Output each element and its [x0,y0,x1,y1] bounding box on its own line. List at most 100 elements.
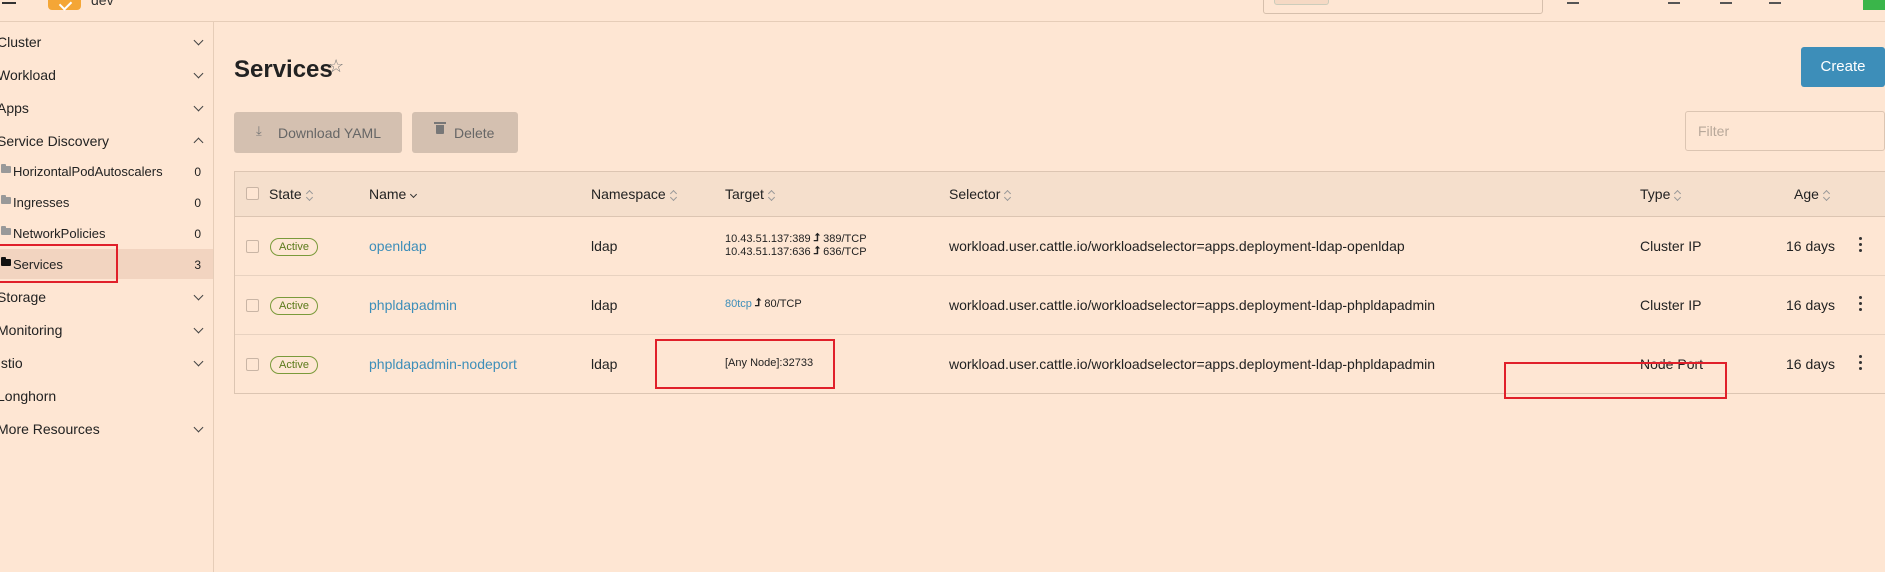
column-header-label: Selector [949,186,1001,202]
service-name-link[interactable]: phpldapadmin [369,297,457,313]
service-name-link[interactable]: phpldapadmin-nodeport [369,356,517,372]
target-line: 10.43.51.137:636 ⮥ 636/TCP [725,245,867,259]
column-header-age[interactable]: Age [1794,186,1830,202]
age-cell: 16 days [1786,356,1836,372]
delete-button[interactable]: Delete [412,112,518,153]
type-cell: Cluster IP [1640,297,1702,313]
column-header-type[interactable]: Type [1640,186,1681,202]
column-header-target[interactable]: Target [725,186,775,202]
sidebar-group-label: Storage [0,289,47,305]
download-yaml-button[interactable]: ⤓ Download YAML [234,112,402,153]
row-actions-icon[interactable] [1859,296,1863,312]
type-cell: Node Port [1640,356,1704,372]
status-badge: Active [270,297,318,315]
status-badge: Active [270,356,318,374]
target-cell: 10.43.51.137:389 ⮥ 389/TCP 10.43.51.137:63… [725,232,867,259]
create-button[interactable]: Create [1801,47,1885,87]
sidebar-item-count: 0 [194,196,201,210]
delete-label: Delete [454,125,495,141]
column-header-label: Type [1640,186,1671,202]
selector-cell: workload.user.cattle.io/workloadselector… [949,297,1436,313]
chevron-down-icon [193,422,204,433]
namespace-cell: ldap [591,297,618,313]
download-kubeconfig-icon[interactable] [1720,0,1732,4]
namespace-cell: ldap [591,238,618,254]
hamburger-menu-icon[interactable] [2,0,16,4]
table-row[interactable]: Active openldap ldap 10.43.51.137:389 ⮥ 38… [235,217,1885,276]
import-icon[interactable] [1567,0,1579,4]
rancher-logo-icon[interactable] [48,0,81,10]
row-actions-icon[interactable] [1859,355,1863,371]
folder-open-icon [1,257,11,266]
download-yaml-label: Download YAML [278,125,381,141]
age-cell: 16 days [1786,238,1836,254]
chevron-down-icon [193,323,204,334]
column-header-selector[interactable]: Selector [949,186,1011,202]
target-to: 80/TCP [764,298,802,310]
chevron-up-icon [193,137,204,148]
sort-icon [307,190,313,200]
download-icon: ⤓ [256,123,262,138]
age-cell: 16 days [1786,297,1836,313]
sidebar-group-monitoring[interactable]: Monitoring [0,314,214,344]
row-checkbox[interactable] [246,358,259,371]
column-header-label: Namespace [591,186,666,202]
selector-cell: workload.user.cattle.io/workloadselector… [949,356,1436,372]
sidebar-group-workload[interactable]: Workload [0,59,214,89]
port-mapping-icon: ⮥ [813,232,821,244]
column-header-label: Target [725,186,764,202]
table-row[interactable]: Active phpldapadmin ldap 80tcp ⮥ 80/TCP wo… [235,276,1885,335]
table-row[interactable]: Active phpldapadmin-nodeport ldap [Any N… [235,335,1885,394]
sidebar-item-label: Services [13,257,63,272]
sidebar-group-label: Monitoring [0,322,63,338]
target-port-link[interactable]: 80tcp [725,298,752,310]
namespace-filter-chip[interactable] [1274,0,1329,5]
sidebar-group-cluster[interactable]: Cluster [0,26,214,56]
sidebar-group-label: More Resources [0,421,100,437]
favorite-star-icon[interactable]: ☆ [328,56,344,77]
row-checkbox[interactable] [246,299,259,312]
shell-icon[interactable] [1668,0,1680,4]
namespace-filter[interactable] [1263,0,1543,14]
trash-icon [434,122,446,134]
services-table: State Name Namespace Target Selector Typ… [234,171,1885,394]
chevron-down-icon [193,68,204,79]
sidebar-item-networkpolicies[interactable]: NetworkPolicies 0 [0,218,213,248]
sidebar-group-istio[interactable]: Istio [0,347,214,377]
sidebar-group-apps[interactable]: Apps [0,92,214,122]
sidebar-item-services[interactable]: Services 3 [0,249,213,279]
sidebar-group-label: Istio [0,355,23,371]
sort-icon [1824,190,1830,200]
namespace-cell: ldap [591,356,618,372]
user-avatar[interactable] [1863,0,1885,10]
chevron-down-icon [193,35,204,46]
table-header: State Name Namespace Target Selector Typ… [235,172,1885,217]
sidebar-group-label: Longhorn [0,388,57,404]
cluster-name[interactable]: dev [91,0,114,8]
sidebar-item-count: 3 [194,258,201,272]
sidebar-group-label: Apps [0,100,29,116]
folder-icon [1,195,11,204]
sidebar-item-ingresses[interactable]: Ingresses 0 [0,187,213,217]
column-header-namespace[interactable]: Namespace [591,186,677,202]
sidebar-item-label: Ingresses [13,195,70,210]
sidebar-group-more-resources[interactable]: More Resources [0,413,214,443]
search-icon[interactable] [1769,0,1781,4]
row-actions-icon[interactable] [1859,237,1863,253]
sidebar-group-service-discovery[interactable]: Service Discovery [0,125,214,155]
service-name-link[interactable]: openldap [369,238,427,254]
column-header-state[interactable]: State [269,186,313,202]
sidebar-item-label: NetworkPolicies [13,226,106,241]
top-bar: dev [0,0,1885,22]
column-header-name[interactable]: Name [369,186,417,202]
sidebar-group-storage[interactable]: Storage [0,281,214,311]
sidebar-item-horizontalpodautoscalers[interactable]: HorizontalPodAutoscalers 0 [0,156,213,186]
sidebar-group-label: Workload [0,67,56,83]
sidebar-group-longhorn[interactable]: Longhorn [0,380,214,410]
row-checkbox[interactable] [246,240,259,253]
sort-icon [671,190,677,200]
filter-input[interactable] [1685,111,1885,151]
sort-icon [769,190,775,200]
page-title: Services [234,56,333,83]
select-all-checkbox[interactable] [246,187,259,200]
